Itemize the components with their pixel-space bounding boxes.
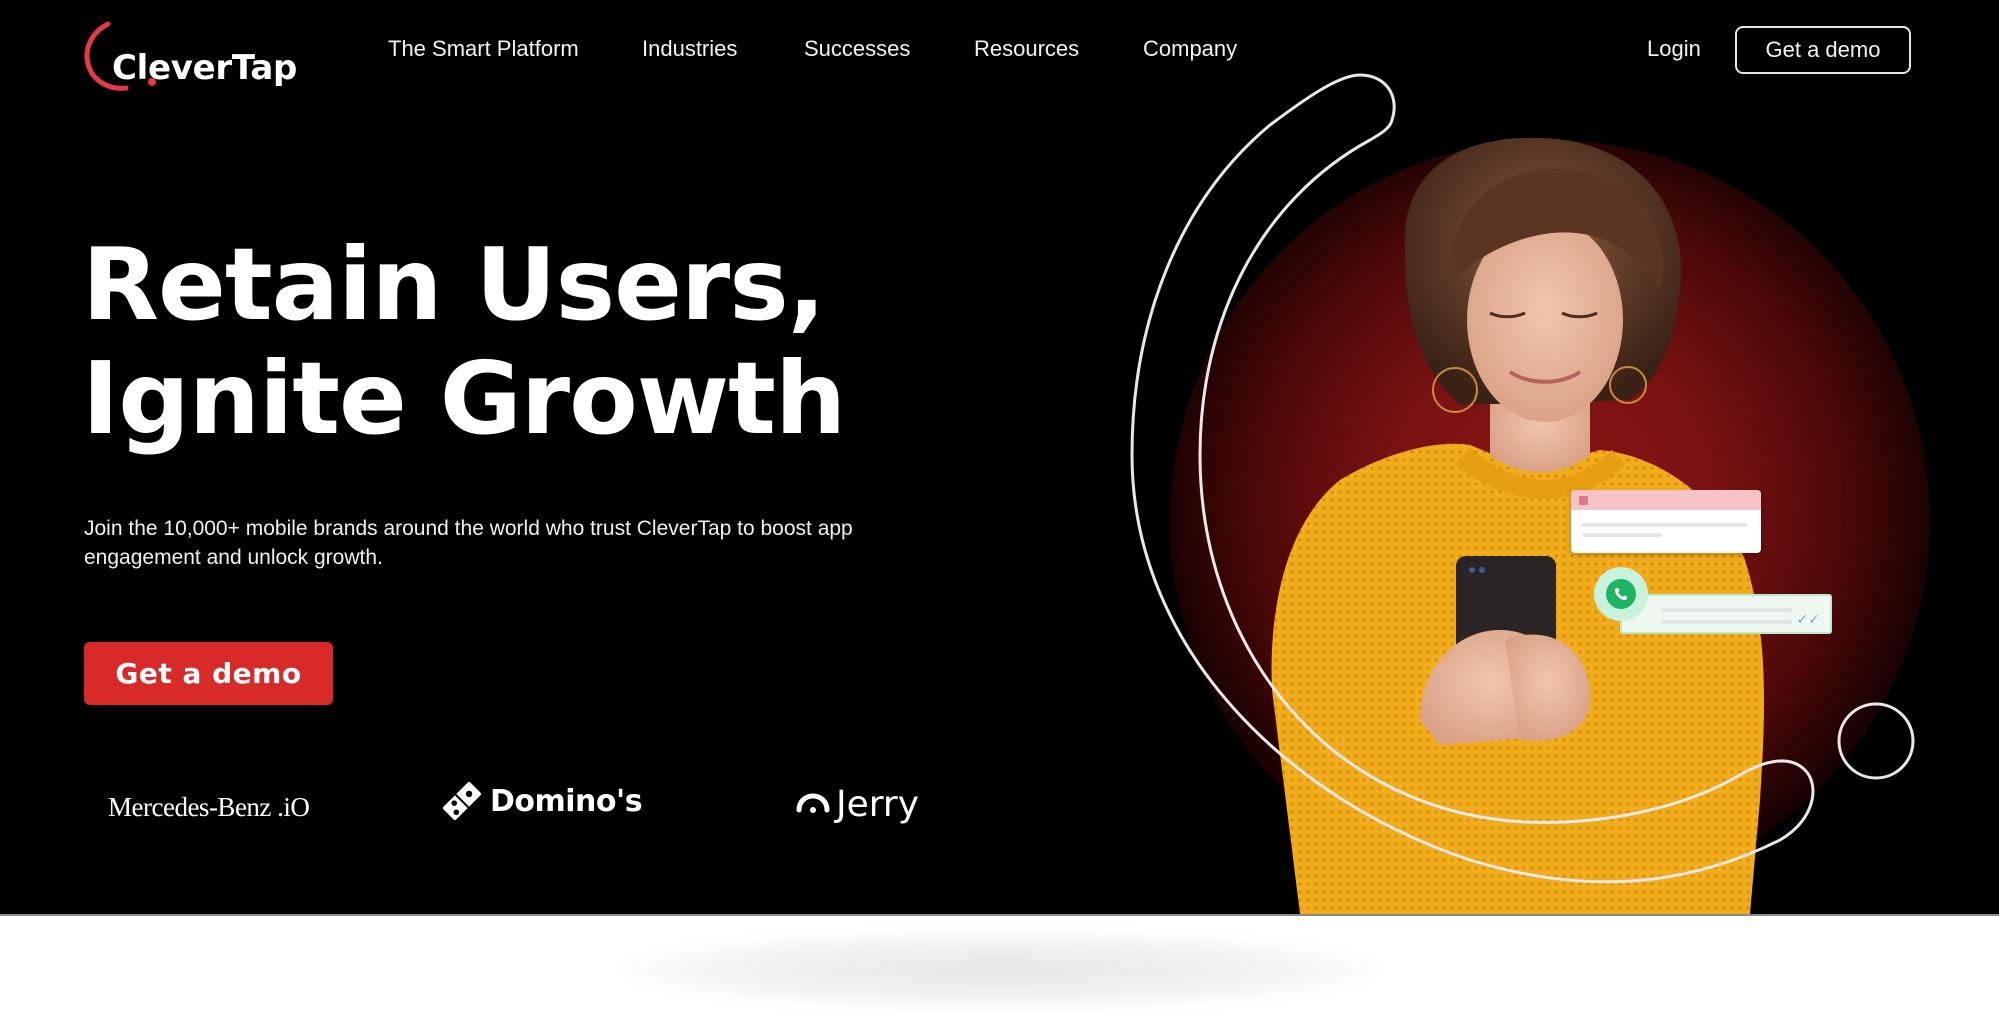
nav-item-successes[interactable]: Successes	[804, 36, 910, 62]
nav-item-smart-platform[interactable]: The Smart Platform	[388, 36, 579, 62]
hero-person-image	[1271, 137, 1765, 914]
hero-headline: Retain Users, Ignite Growth	[82, 226, 846, 457]
hero-divider	[0, 914, 1999, 916]
nav-item-company[interactable]: Company	[1143, 36, 1237, 62]
next-section-shadow	[620, 930, 1380, 1010]
whatsapp-icon	[1594, 567, 1648, 621]
headline-line-2: Ignite Growth	[82, 340, 846, 457]
client-logo-jerry: Jerry	[796, 784, 919, 825]
nav-item-industries[interactable]: Industries	[642, 36, 737, 62]
phone-handset-icon	[1615, 588, 1627, 600]
logo-text: CleverTap	[112, 48, 298, 88]
clevertap-logo[interactable]: CleverTap	[82, 18, 302, 98]
jerry-text: Jerry	[836, 784, 920, 825]
nav-item-resources[interactable]: Resources	[974, 36, 1079, 62]
jerry-arc-icon	[796, 792, 830, 813]
hero-get-demo-button[interactable]: Get a demo	[84, 642, 333, 705]
notification-card-icon	[1571, 490, 1761, 553]
login-link[interactable]: Login	[1647, 36, 1701, 62]
client-logo-dominos: Domino's	[442, 780, 643, 822]
mercedes-benz-io-text: Mercedes-Benz .iO	[108, 792, 310, 822]
dominos-text: Domino's	[490, 783, 643, 819]
read-ticks-icon: ✓✓	[1796, 611, 1820, 627]
hero-subtext: Join the 10,000+ mobile brands around th…	[84, 517, 853, 569]
client-logo-mercedes-benz-io: Mercedes-Benz .iO	[108, 792, 310, 823]
nav-get-demo-button[interactable]: Get a demo	[1735, 26, 1911, 74]
headline-line-1: Retain Users,	[82, 226, 826, 343]
whatsapp-message-bubble: ✓✓	[1620, 594, 1832, 634]
hero-section: ✓✓ CleverTap The Smart Platform Industri…	[0, 0, 1999, 914]
domino-tile-icon	[443, 782, 481, 820]
